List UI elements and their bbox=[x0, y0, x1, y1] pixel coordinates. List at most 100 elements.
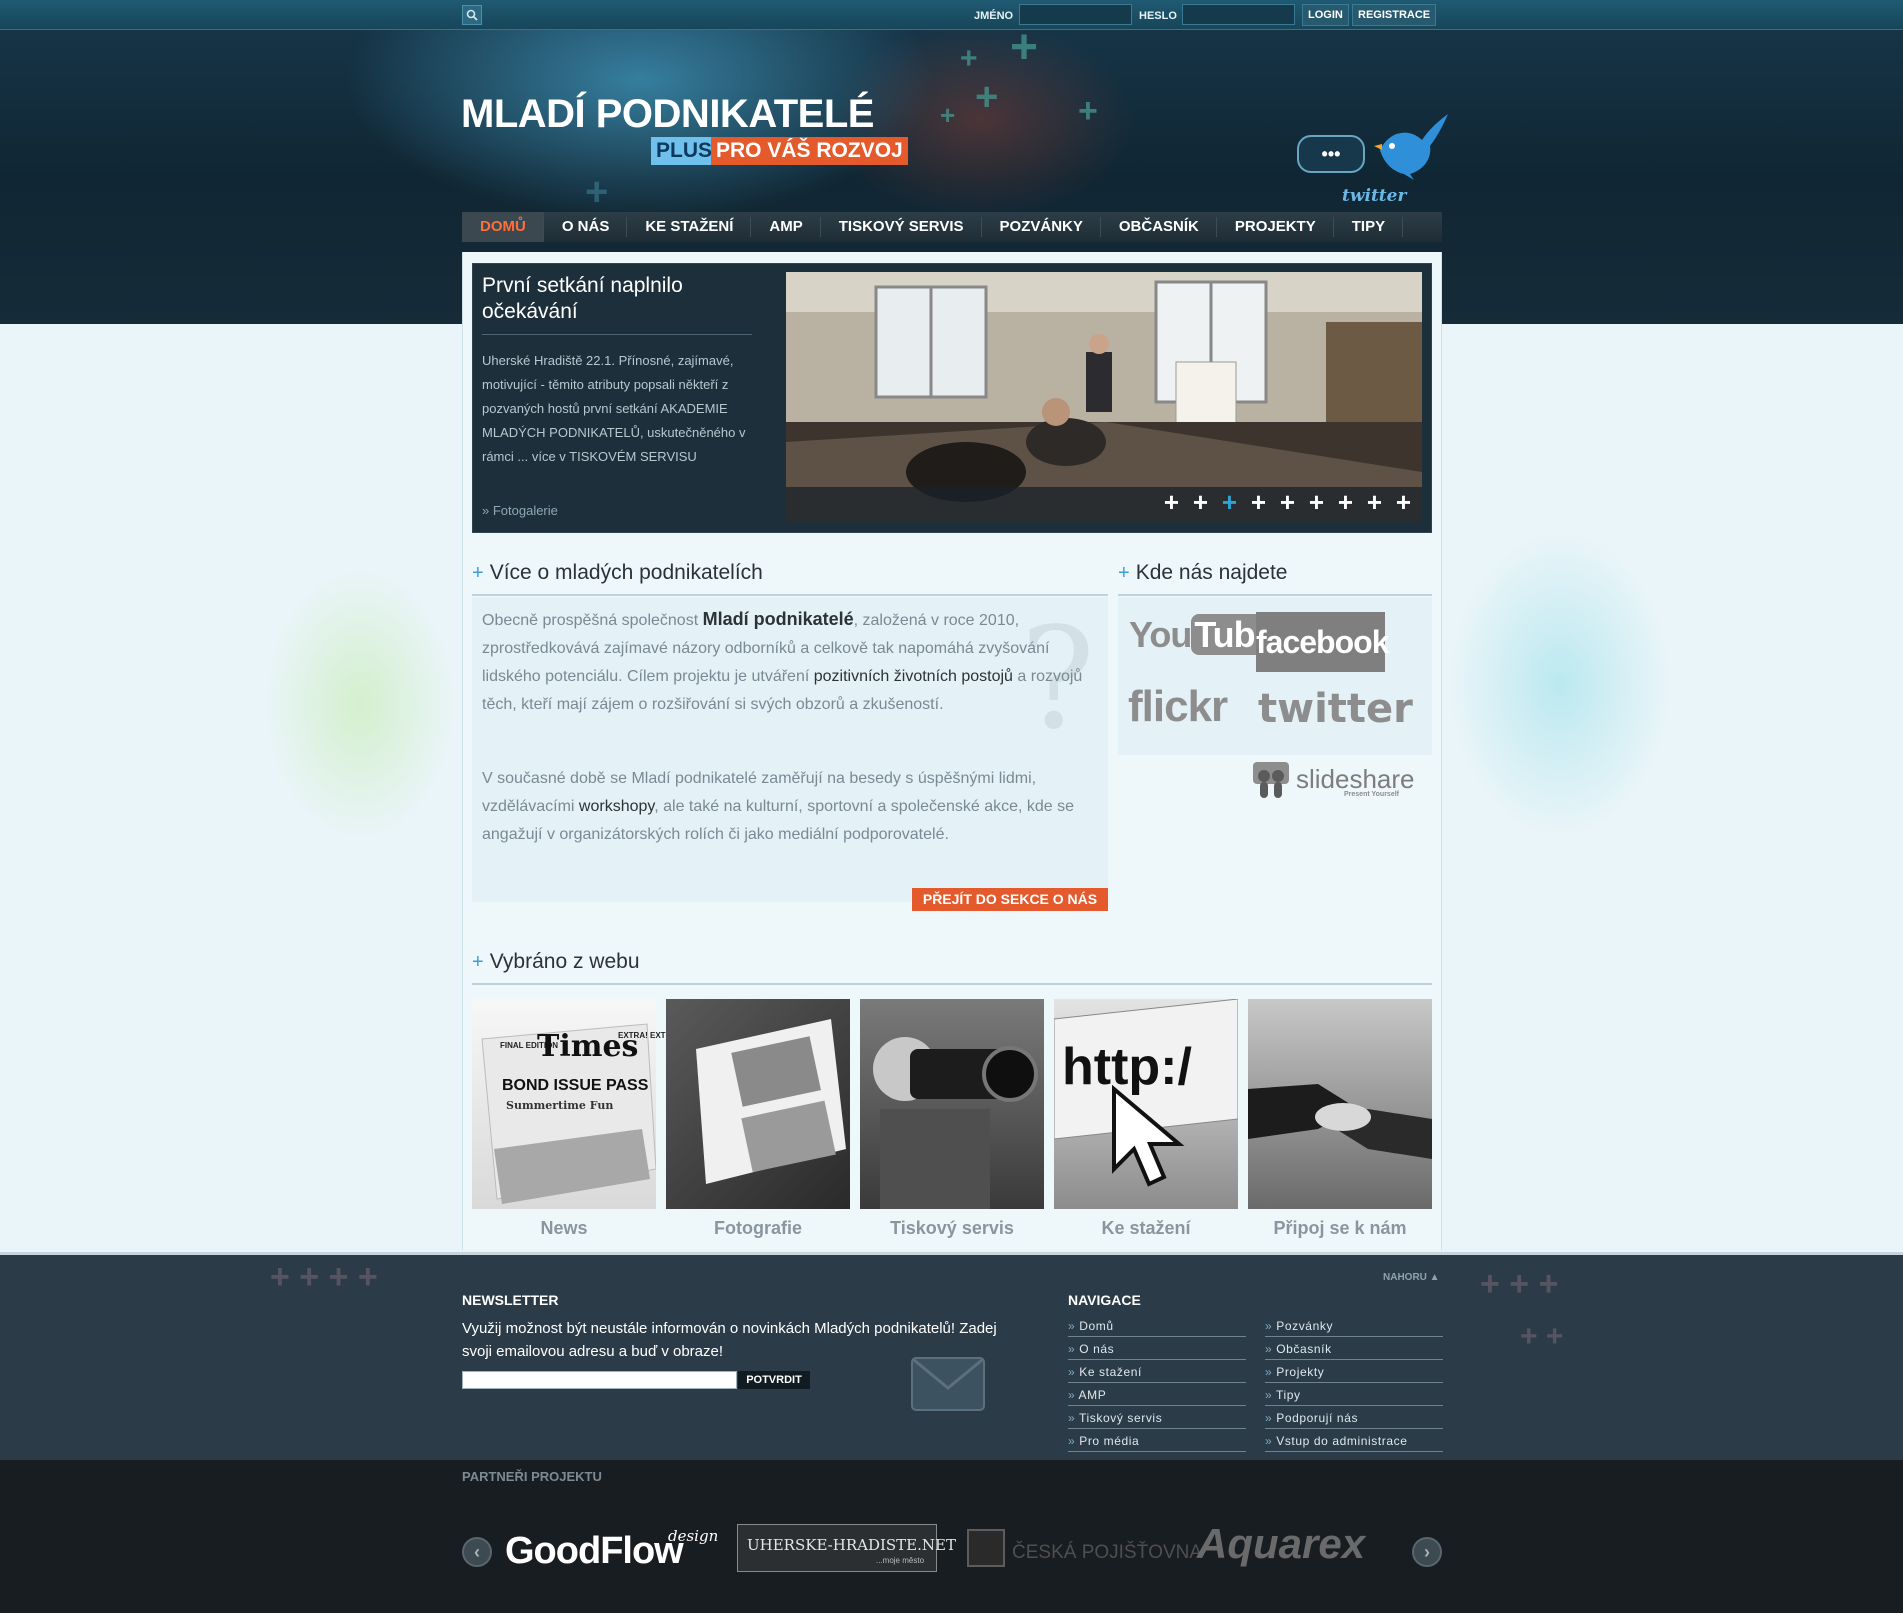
newsletter-submit-button[interactable]: POTVRDIT bbox=[738, 1371, 810, 1389]
slide-title[interactable]: První setkání naplnilo očekávání bbox=[482, 273, 757, 325]
site-logo-title[interactable]: MLADÍ PODNIKATELÉ bbox=[461, 92, 874, 137]
about-paragraph-1: Obecně prospěšná společnost Mladí podnik… bbox=[482, 609, 1083, 713]
find-us-divider bbox=[1118, 594, 1432, 596]
partner-goodflow-sub: design bbox=[668, 1527, 719, 1545]
photos-image bbox=[666, 999, 850, 1209]
twitter-bubble-icon[interactable]: ••• bbox=[1297, 135, 1365, 173]
slider-dot[interactable]: + bbox=[1394, 489, 1413, 515]
partner-uh-label: UHERSKE-HRADISTE.NET bbox=[747, 1536, 956, 1554]
search-icon[interactable] bbox=[462, 5, 482, 25]
nav-item-projekty[interactable]: PROJEKTY bbox=[1217, 212, 1334, 242]
ceska-pojistovna-icon[interactable] bbox=[967, 1529, 1005, 1567]
login-button[interactable]: LOGIN bbox=[1302, 4, 1349, 26]
back-to-top-link[interactable]: NAHORU ▲ bbox=[1383, 1272, 1440, 1283]
footer-nav-link[interactable]: » Pozvánky bbox=[1265, 1314, 1443, 1337]
slider-dot[interactable]: + bbox=[1249, 489, 1268, 515]
flickr-link[interactable]: flickr bbox=[1128, 682, 1228, 732]
nav-item-obcasnik[interactable]: OBČASNÍK bbox=[1101, 212, 1217, 242]
partners-next-button[interactable]: › bbox=[1412, 1537, 1442, 1567]
twitter-bird-icon[interactable] bbox=[1370, 110, 1448, 180]
downloads-image bbox=[1054, 999, 1238, 1209]
partners-prev-button[interactable]: ‹ bbox=[462, 1537, 492, 1567]
footer-nav-link[interactable]: » Podporují nás bbox=[1265, 1406, 1443, 1429]
go-to-about-button[interactable]: PŘEJÍT DO SEKCE O NÁS bbox=[912, 888, 1108, 911]
footer-nav-link[interactable]: » AMP bbox=[1068, 1383, 1246, 1406]
top-bar bbox=[0, 0, 1903, 30]
gallery-link[interactable]: » Fotogalerie bbox=[482, 503, 558, 518]
slideshare-icon[interactable] bbox=[1251, 760, 1291, 800]
logo-plus-badge: PLUS bbox=[651, 137, 718, 165]
facebook-link[interactable]: facebook bbox=[1256, 612, 1389, 672]
slide-text: Uherské Hradiště 22.1. Přínosné, zajímav… bbox=[482, 353, 746, 464]
decorative-plus: + bbox=[960, 42, 978, 75]
twitter-badge-label: twitter bbox=[1342, 186, 1407, 206]
footer-nav-link[interactable]: » Tiskový servis bbox=[1068, 1406, 1246, 1429]
handshake-image bbox=[1248, 999, 1432, 1209]
newsletter-heading: NEWSLETTER bbox=[462, 1292, 559, 1308]
gallery-caption[interactable]: Ke stažení bbox=[1054, 1218, 1238, 1239]
partners-heading: PARTNEŘI PROJEKTU bbox=[462, 1469, 602, 1484]
twitter-link[interactable]: twitter bbox=[1258, 686, 1413, 732]
gallery-item-tiskovy-servis[interactable] bbox=[860, 999, 1044, 1209]
plus-icon: + bbox=[1118, 562, 1130, 584]
gallery-divider bbox=[472, 983, 1432, 985]
decorative-plus: + bbox=[975, 75, 999, 119]
nav-item-tiskovy-servis[interactable]: TISKOVÝ SERVIS bbox=[821, 212, 982, 242]
footer-nav-link[interactable]: » Pro média bbox=[1068, 1429, 1246, 1452]
nav-item-ke-stazeni[interactable]: KE STAŽENÍ bbox=[627, 212, 752, 242]
footer-nav-link[interactable]: » Projekty bbox=[1265, 1360, 1443, 1383]
password-field[interactable] bbox=[1182, 4, 1295, 25]
slider-dot[interactable]: + bbox=[1336, 489, 1355, 515]
footer-nav-link[interactable]: » Ke stažení bbox=[1068, 1360, 1246, 1383]
logo-tagline: PRO VÁŠ ROZVOJ bbox=[711, 137, 908, 165]
footer-nav-link[interactable]: » Občasník bbox=[1265, 1337, 1443, 1360]
gallery-caption[interactable]: Tiskový servis bbox=[860, 1218, 1044, 1239]
nav-item-o-nas[interactable]: O NÁS bbox=[544, 212, 628, 242]
slider-dot[interactable]: + bbox=[1162, 489, 1181, 515]
slider-dot[interactable]: + bbox=[1307, 489, 1326, 515]
youtube-you: You bbox=[1129, 614, 1192, 655]
slide-divider bbox=[482, 334, 752, 335]
slider-dot[interactable]: + bbox=[1278, 489, 1297, 515]
newsletter-email-field[interactable] bbox=[462, 1371, 737, 1389]
slider-dot[interactable]: + bbox=[1365, 489, 1384, 515]
footer-nav-link[interactable]: » O nás bbox=[1068, 1337, 1246, 1360]
nav-item-pozvanky[interactable]: POZVÁNKY bbox=[982, 212, 1102, 242]
gallery-item-news[interactable]: FINAL EDITION Times EXTRA! EXTRA! BOND I… bbox=[472, 999, 680, 1209]
slider-dot-active[interactable]: + bbox=[1220, 489, 1239, 515]
about-divider bbox=[472, 594, 1108, 596]
youtube-link[interactable]: YouTube bbox=[1129, 614, 1277, 656]
nav-item-amp[interactable]: AMP bbox=[751, 212, 822, 242]
gallery-item-ke-stazeni[interactable]: http:/ bbox=[1054, 999, 1238, 1209]
partner-ceska-pojistovna[interactable]: ČESKÁ POJIŠŤOVNA bbox=[1012, 1542, 1202, 1564]
password-label: HESLO bbox=[1139, 10, 1177, 22]
footer-nav-link[interactable]: » Vstup do administrace bbox=[1265, 1429, 1443, 1452]
envelope-icon bbox=[911, 1357, 985, 1411]
footer-nav-link[interactable]: » Domů bbox=[1068, 1314, 1246, 1337]
footer-nav-column-2: » Pozvánky » Občasník » Projekty » Tipy … bbox=[1265, 1314, 1443, 1452]
decorative-plus: + + + bbox=[1480, 1265, 1559, 1303]
plus-icon: + bbox=[472, 951, 484, 973]
footer-nav-link[interactable]: » Tipy bbox=[1265, 1383, 1443, 1406]
gallery-caption[interactable]: News bbox=[472, 1218, 656, 1239]
gallery-heading: + Vybráno z webu bbox=[472, 950, 640, 973]
gallery-item-fotografie[interactable] bbox=[666, 999, 850, 1209]
http-image-text: http:/ bbox=[1062, 1038, 1192, 1096]
partner-uh-sub: ...moje město bbox=[876, 1556, 925, 1565]
gallery-caption[interactable]: Fotografie bbox=[666, 1218, 850, 1239]
decorative-plus: + bbox=[585, 170, 609, 214]
gallery-item-pripoj-se[interactable] bbox=[1248, 999, 1432, 1209]
nav-item-tipy[interactable]: TIPY bbox=[1334, 212, 1404, 242]
gallery-caption[interactable]: Připoj se k nám bbox=[1248, 1218, 1432, 1239]
news-image-text: Summertime Fun bbox=[506, 1099, 614, 1112]
decorative-plus: + bbox=[1078, 92, 1098, 130]
find-us-heading: + Kde nás najdete bbox=[1118, 561, 1288, 584]
about-paragraph-2: V současné době se Mladí podnikatelé zam… bbox=[482, 770, 1075, 843]
partner-goodflow[interactable]: GoodFlow bbox=[505, 1530, 684, 1573]
slide-photo[interactable] bbox=[786, 272, 1422, 522]
username-field[interactable] bbox=[1019, 4, 1132, 25]
partner-aquarex[interactable]: Aquarex bbox=[1197, 1520, 1365, 1568]
slider-dot[interactable]: + bbox=[1191, 489, 1210, 515]
nav-item-domu[interactable]: DOMŮ bbox=[462, 212, 544, 242]
register-button[interactable]: REGISTRACE bbox=[1352, 4, 1437, 26]
